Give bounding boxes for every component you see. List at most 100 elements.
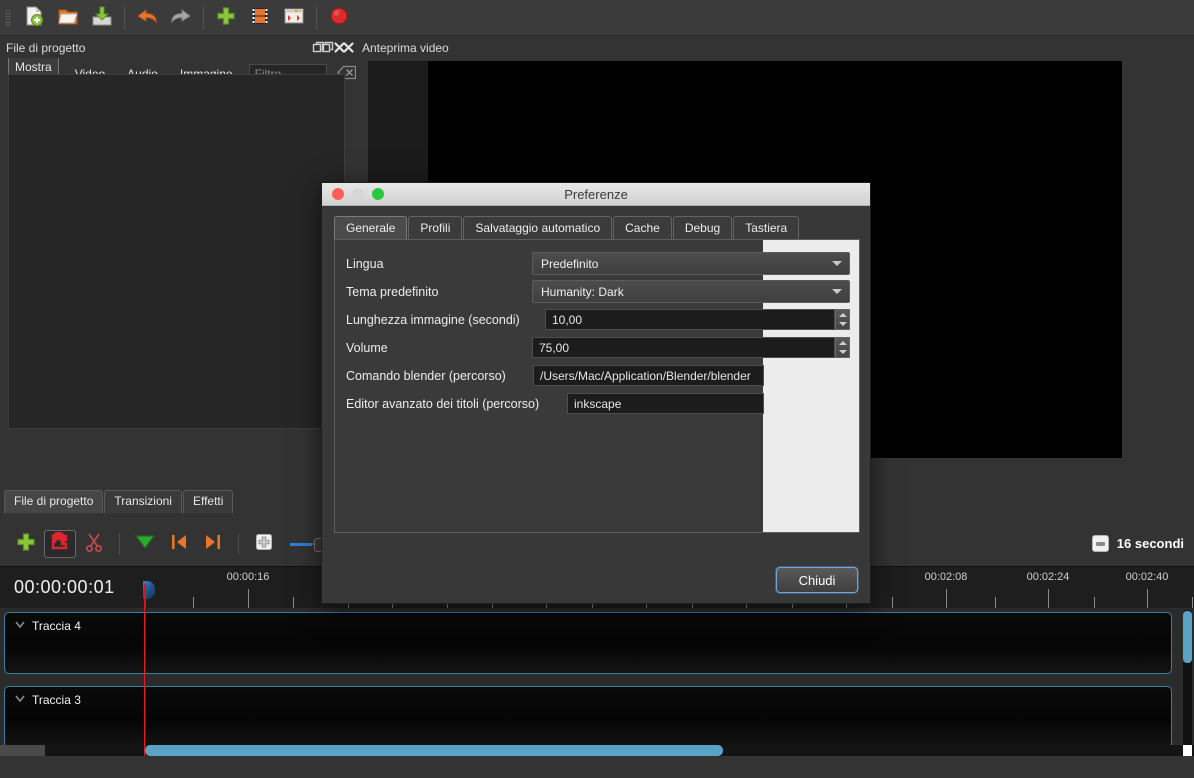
tab-effetti[interactable]: Effetti [182, 490, 234, 513]
title-editor-path-input[interactable]: inkscape [567, 393, 764, 414]
chevron-down-icon [832, 261, 842, 266]
timeline-tracks[interactable]: Traccia 4 Traccia 3 [0, 608, 1194, 778]
timeline-playhead [144, 608, 145, 756]
window-controls [332, 188, 384, 200]
setting-row-volume: Volume 75,00 [346, 336, 850, 359]
tab-transizioni[interactable]: Transizioni [104, 490, 182, 513]
import-files-button[interactable] [209, 3, 243, 33]
spinner-arrows-icon[interactable] [835, 309, 850, 330]
tab-generale[interactable]: Generale [334, 216, 408, 241]
snapping-toggle[interactable] [44, 529, 76, 558]
save-disk-icon [91, 5, 113, 30]
close-panel-icon[interactable] [341, 40, 356, 55]
fullscreen-button[interactable] [277, 3, 311, 33]
next-marker-button[interactable] [197, 530, 229, 558]
ruler-time-label: 00:02:08 [924, 571, 968, 583]
chevron-down-icon[interactable] [14, 692, 26, 707]
toolbar-drag-handle[interactable] [3, 7, 13, 29]
toolbar-separator [203, 6, 204, 29]
image-length-input[interactable]: 10,00 [545, 309, 835, 330]
add-track-button[interactable] [10, 530, 42, 558]
language-dropdown[interactable]: Predefinito [532, 252, 850, 275]
traffic-light-zoom[interactable] [372, 188, 384, 200]
zoom-slider-fill [290, 542, 312, 546]
tab-file-di-progetto[interactable]: File di progetto [4, 490, 104, 513]
dialog-titlebar[interactable]: Preferenze [322, 183, 870, 206]
setting-row-blender-path: Comando blender (percorso) /Users/Mac/Ap… [346, 364, 764, 387]
export-video-button[interactable] [322, 3, 356, 33]
save-project-button[interactable] [85, 3, 119, 33]
window-icon [283, 5, 305, 30]
previous-marker-button[interactable] [163, 530, 195, 558]
volume-value: 75,00 [539, 340, 570, 355]
float-panel-icon[interactable] [320, 40, 335, 55]
track-row[interactable]: Traccia 3 [4, 686, 1172, 748]
traffic-light-close[interactable] [332, 188, 344, 200]
zoom-level-icon[interactable] [1091, 535, 1109, 552]
setting-label: Editor avanzato dei titoli (percorso) [346, 396, 540, 411]
volume-input[interactable]: 75,00 [532, 337, 835, 358]
toolbar-separator [124, 6, 125, 29]
preferences-tab-bar: Generale Profili Salvataggio automatico … [322, 206, 870, 241]
track-label: Traccia 3 [32, 692, 81, 707]
track-label: Traccia 4 [32, 618, 81, 633]
preferences-tab-panel: Lingua Predefinito Tema predefinito Huma… [334, 239, 860, 533]
undo-button[interactable] [130, 3, 164, 33]
marker-triangle-icon [134, 532, 156, 555]
skip-next-icon [203, 532, 223, 555]
timeline-bottom-strip [0, 756, 1194, 778]
title-editor-path-value: inkscape [574, 396, 622, 411]
blender-path-input[interactable]: /Users/Mac/Application/Blender/blender [533, 365, 764, 386]
setting-label: Tema predefinito [346, 284, 439, 299]
tracks-vertical-scroll-thumb[interactable] [1183, 611, 1192, 663]
project-files-panel: File di progetto Mostra tutto Video Audi… [0, 37, 356, 489]
theme-dropdown[interactable]: Humanity: Dark [532, 280, 850, 303]
track-header-divider [145, 613, 146, 673]
tab-debug[interactable]: Debug [672, 216, 733, 241]
language-value: Predefinito [541, 256, 599, 271]
horizontal-scroll-left-stub [0, 745, 45, 756]
dialog-footer: Chiudi [776, 567, 858, 593]
razor-tool-button[interactable] [78, 530, 110, 558]
traffic-light-minimize[interactable] [352, 188, 364, 200]
open-folder-icon [57, 5, 79, 30]
project-panel-tabs: File di progetto Transizioni Effetti [0, 489, 353, 513]
open-project-button[interactable] [51, 3, 85, 33]
spinner-arrows-icon[interactable] [835, 337, 850, 358]
undo-arrow-icon [135, 5, 159, 30]
setting-row-title-editor-path: Editor avanzato dei titoli (percorso) in… [346, 392, 764, 415]
track-header-divider [145, 687, 146, 747]
track-row[interactable]: Traccia 4 [4, 612, 1172, 674]
tab-profili[interactable]: Profili [408, 216, 463, 241]
preview-panel-title: Anteprima video [362, 40, 449, 55]
ruler-major-tick [248, 589, 249, 609]
film-strip-icon [250, 5, 270, 30]
new-file-icon [23, 5, 45, 30]
preferences-dialog[interactable]: Preferenze Generale Profili Salvataggio … [321, 182, 871, 604]
setting-label: Lunghezza immagine (secondi) [346, 312, 520, 327]
main-toolbar [0, 0, 1194, 36]
project-panel-title: File di progetto [6, 40, 86, 55]
redo-arrow-icon [169, 5, 193, 30]
center-playhead-button[interactable] [248, 530, 280, 558]
close-button[interactable]: Chiudi [776, 567, 858, 593]
tab-salvataggio-automatico[interactable]: Salvataggio automatico [463, 216, 613, 241]
setting-label: Volume [346, 340, 388, 355]
add-marker-button[interactable] [129, 530, 161, 558]
ruler-major-tick [1147, 589, 1148, 609]
record-circle-icon [328, 5, 350, 30]
tab-tastiera[interactable]: Tastiera [733, 216, 800, 241]
project-panel-titlebar: File di progetto [0, 37, 353, 58]
project-file-list[interactable] [8, 74, 345, 429]
chevron-down-icon[interactable] [14, 618, 26, 633]
theme-value: Humanity: Dark [541, 284, 624, 299]
redo-button[interactable] [164, 3, 198, 33]
horizontal-scroll-right-stub [1183, 745, 1192, 756]
tracks-horizontal-scroll-thumb[interactable] [145, 745, 723, 756]
new-project-button[interactable] [17, 3, 51, 33]
scissors-icon [84, 532, 104, 555]
setting-label: Lingua [346, 256, 384, 271]
ruler-major-tick [946, 589, 947, 609]
choose-profile-button[interactable] [243, 3, 277, 33]
tab-cache[interactable]: Cache [613, 216, 672, 241]
